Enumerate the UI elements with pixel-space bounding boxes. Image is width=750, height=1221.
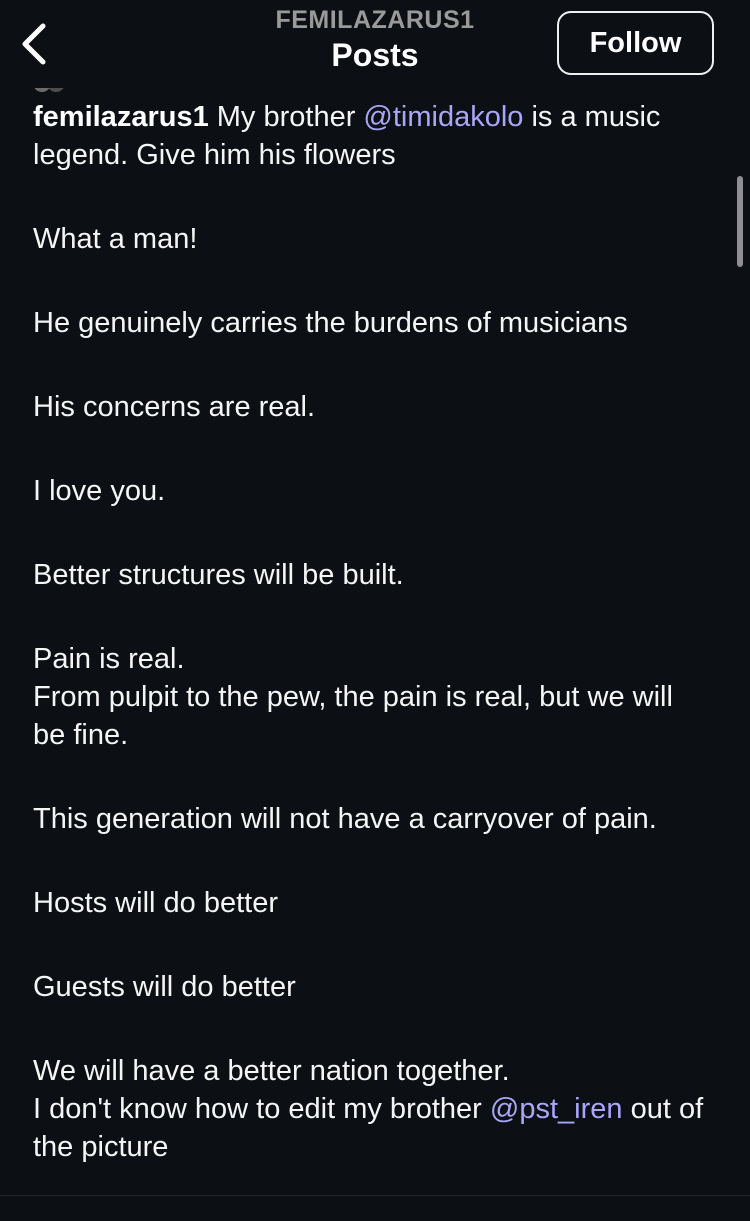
- scrollbar[interactable]: [737, 176, 743, 267]
- caption-line: I love you.: [33, 475, 166, 507]
- post-caption: femilazarus1 My brother @timidakolo is a…: [33, 98, 713, 1212]
- caption-line: I don't know how to edit my brother @pst…: [33, 1093, 704, 1163]
- caption-line: Pain is real.: [33, 643, 185, 675]
- mention-link[interactable]: @pst_iren: [490, 1093, 623, 1125]
- caption-line: We will have a better nation together.: [33, 1055, 510, 1087]
- caption-line: Guests will do better: [33, 971, 296, 1003]
- post-author[interactable]: femilazarus1: [33, 101, 209, 133]
- caption-line: Better structures will be built.: [33, 559, 404, 591]
- caption-line: From pulpit to the pew, the pain is real…: [33, 681, 673, 751]
- mention-link[interactable]: @timidakolo: [363, 101, 523, 133]
- caption-line: What a man!: [33, 223, 198, 255]
- caption-line: Hosts will do better: [33, 887, 278, 919]
- top-bar: FEMILAZARUS1 Posts Follow: [0, 0, 750, 88]
- caption-line: His concerns are real.: [33, 391, 316, 423]
- post-screen: FEMILAZARUS1 Posts Follow femilazarus1 M…: [0, 0, 750, 1221]
- bottom-divider: [0, 1195, 750, 1221]
- caption-line: This generation will not have a carryove…: [33, 803, 657, 835]
- caption-intro: femilazarus1 My brother @timidakolo is a…: [33, 101, 661, 171]
- caption-line: He genuinely carries the burdens of musi…: [33, 307, 628, 339]
- follow-button[interactable]: Follow: [557, 11, 714, 75]
